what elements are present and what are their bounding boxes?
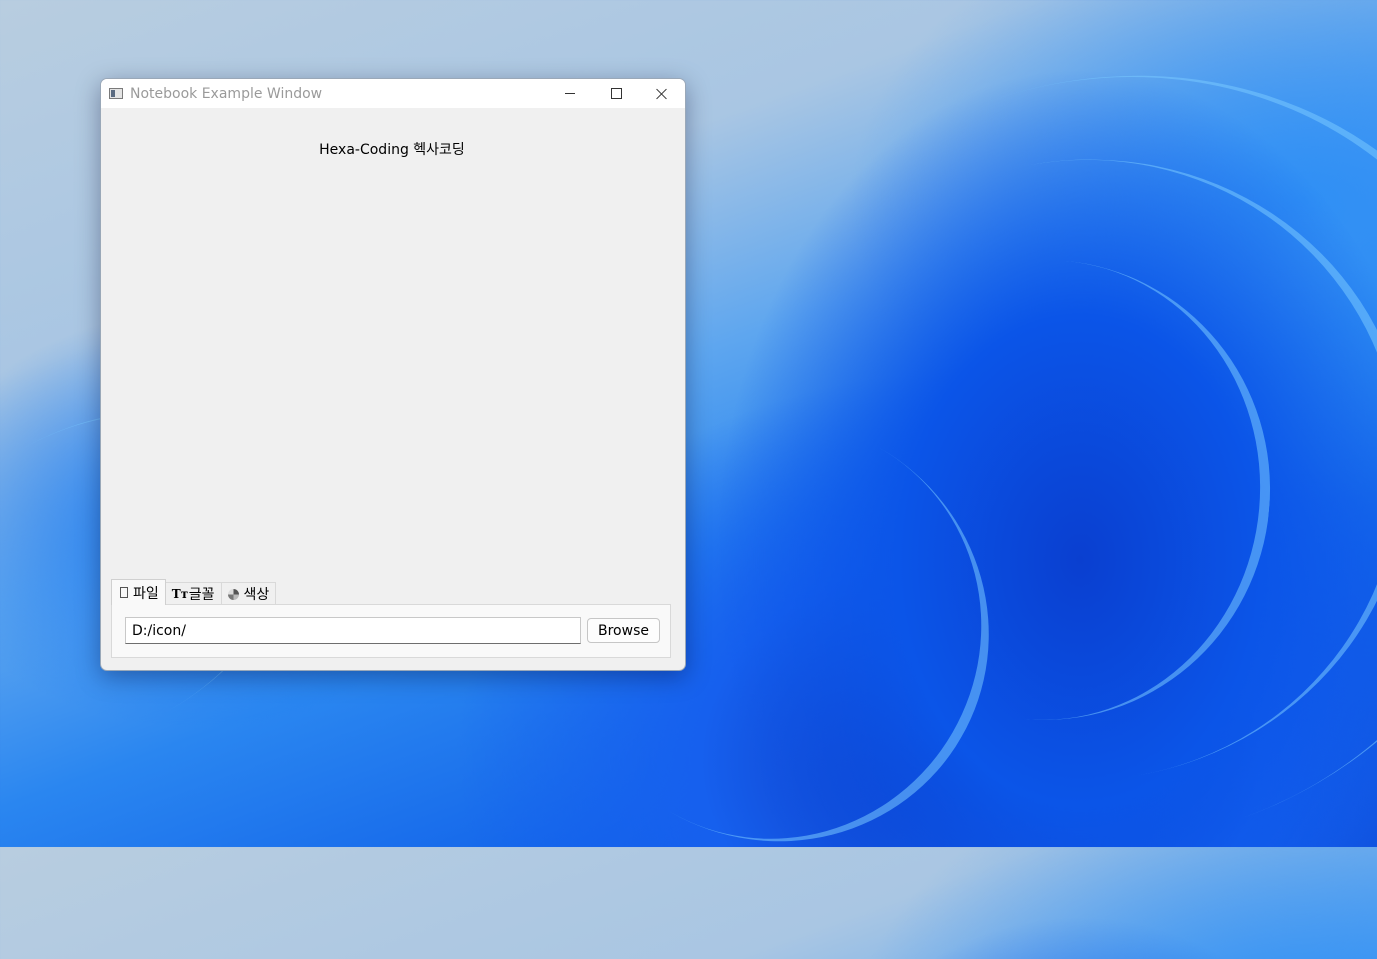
tab-color[interactable]: 색상 — [220, 582, 277, 605]
maximize-icon — [610, 88, 622, 99]
notebook-tabs: 파일 Tт 글꼴 색상 — [111, 579, 277, 605]
maximize-button[interactable] — [593, 79, 639, 108]
tab-file[interactable]: 파일 — [111, 579, 166, 605]
tab-label: 색상 — [243, 587, 270, 603]
tab-label: 파일 — [133, 585, 159, 602]
file-tab-panel: Browse — [111, 604, 671, 658]
app-window-icon — [109, 88, 123, 99]
minimize-icon — [565, 93, 575, 94]
tab-font[interactable]: Tт 글꼴 — [164, 582, 222, 605]
heading-label: Hexa-Coding 헥사코딩 — [319, 142, 465, 158]
file-icon — [120, 587, 128, 598]
minimize-button[interactable] — [547, 79, 593, 108]
window-title: Notebook Example Window — [130, 85, 323, 102]
wallpaper-swirl — [711, 108, 1377, 832]
browse-button[interactable]: Browse — [587, 618, 660, 643]
font-icon: Tт — [171, 587, 189, 601]
close-button[interactable] — [639, 79, 685, 108]
path-input[interactable] — [125, 617, 581, 644]
wallpaper-swirl — [595, 0, 1377, 959]
tab-label: 글꼴 — [188, 587, 215, 603]
close-icon — [656, 88, 668, 100]
title-bar[interactable]: Notebook Example Window — [101, 79, 685, 108]
palette-icon — [227, 588, 239, 600]
wallpaper-swirl — [800, 241, 1290, 739]
app-window: Notebook Example Window Hexa-Coding 헥사코딩… — [100, 78, 686, 671]
